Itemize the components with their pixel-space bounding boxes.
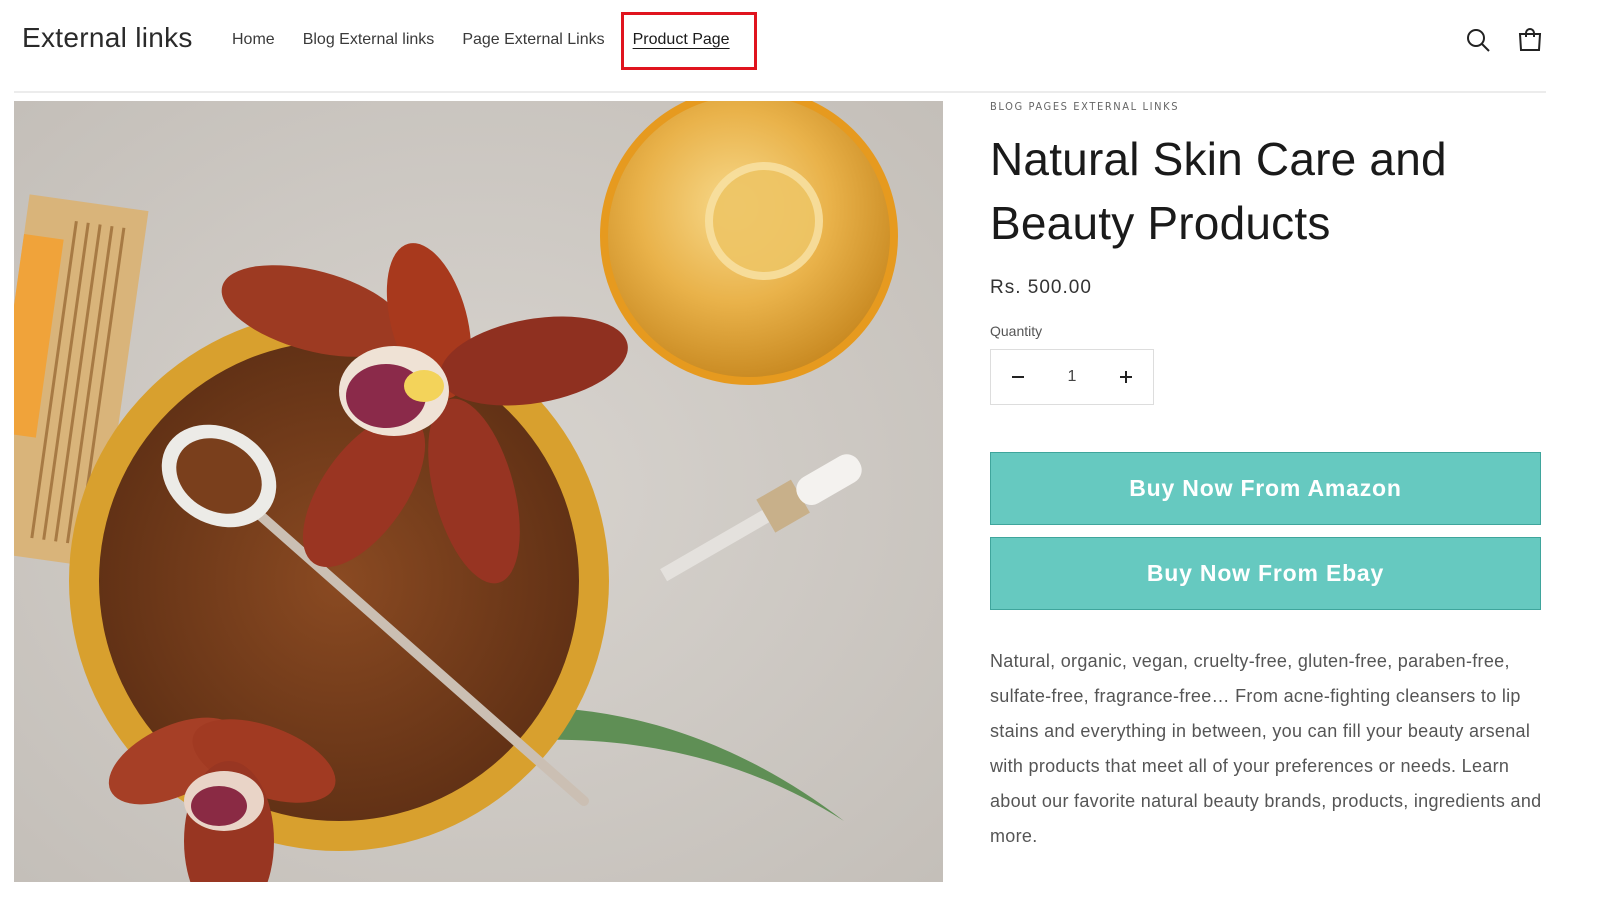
nav-home[interactable]: Home: [232, 30, 275, 50]
quantity-stepper: [990, 349, 1154, 405]
search-icon[interactable]: [1464, 26, 1492, 54]
quantity-label: Quantity: [990, 323, 1043, 339]
cart-icon[interactable]: [1516, 26, 1544, 54]
nav-blog-external-links[interactable]: Blog External links: [303, 30, 435, 50]
decrease-quantity-button[interactable]: [1005, 364, 1031, 390]
minus-icon: [1012, 376, 1024, 378]
buy-amazon-button[interactable]: Buy Now From Amazon: [990, 452, 1541, 525]
increase-quantity-button[interactable]: [1113, 364, 1139, 390]
product-info: BLOG PAGES EXTERNAL LINKS Natural Skin C…: [990, 100, 1546, 854]
buy-ebay-button[interactable]: Buy Now From Ebay: [990, 537, 1541, 610]
product-title: Natural Skin Care and Beauty Products: [990, 133, 1447, 249]
product-image[interactable]: [14, 101, 943, 882]
site-logo[interactable]: External links: [22, 22, 193, 54]
plus-icon: [1120, 371, 1132, 383]
site-header: External links Home Blog External links …: [0, 0, 1600, 93]
quantity-input[interactable]: [1052, 368, 1092, 386]
product-vendor: BLOG PAGES EXTERNAL LINKS: [990, 100, 1180, 113]
nav-page-external-links[interactable]: Page External Links: [462, 30, 604, 50]
header-divider: [14, 91, 1546, 93]
product-description: Natural, organic, vegan, cruelty-free, g…: [990, 651, 1542, 846]
highlight-box: [621, 12, 757, 70]
product-price: Rs. 500.00: [990, 277, 1092, 298]
